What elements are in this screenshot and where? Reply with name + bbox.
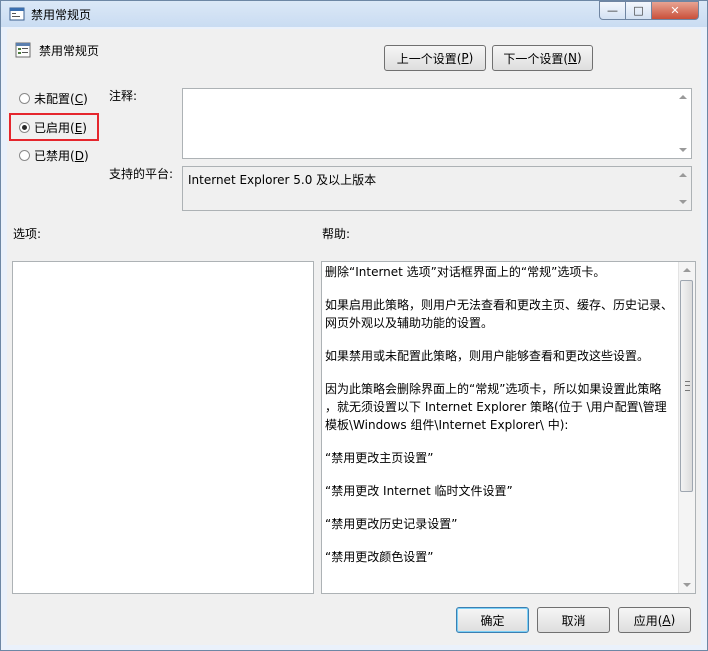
radio-not-configured[interactable]: 未配置(C) <box>19 90 88 107</box>
platform-scroll-up-icon[interactable] <box>679 173 687 177</box>
apply-label: 应用( <box>633 613 663 628</box>
help-text: 删除“Internet 选项”对话框界面上的“常规”选项卡。如果启用此策略，则用… <box>325 263 677 566</box>
window-title: 禁用常规页 <box>31 8 92 22</box>
platform-value: Internet Explorer 5.0 及以上版本 <box>188 173 377 187</box>
grip-icon <box>685 381 690 391</box>
maximize-button[interactable]: □ <box>625 1 652 20</box>
radio-not-configured-label-end: ) <box>83 92 88 106</box>
comment-label: 注释: <box>109 89 138 103</box>
platform-field: Internet Explorer 5.0 及以上版本 <box>182 166 692 211</box>
help-line: “禁用更改主页设置” <box>325 451 434 465</box>
help-line: “禁用更改历史记录设置” <box>325 517 458 531</box>
ok-label: 确定 <box>480 613 505 628</box>
platform-scrollbar[interactable] <box>675 167 691 210</box>
ok-button[interactable]: 确定 <box>456 607 529 633</box>
apply-hotkey: A <box>662 613 671 627</box>
help-line: 因为此策略会删除界面上的“常规”选项卡，所以如果设置此策略 <box>325 382 662 396</box>
help-line: 删除“Internet 选项”对话框界面上的“常规”选项卡。 <box>325 265 606 279</box>
help-scrollbar[interactable] <box>678 262 695 593</box>
help-scroll-down-icon[interactable] <box>683 583 691 587</box>
radio-disabled-label-end: ) <box>83 149 89 163</box>
maximize-icon: □ <box>633 4 644 17</box>
help-scroll-up-icon[interactable] <box>683 268 691 272</box>
radio-not-configured-indicator[interactable] <box>19 93 30 104</box>
comment-scroll-up-icon[interactable] <box>679 95 687 99</box>
previous-setting-button[interactable]: 上一个设置(P) <box>384 45 486 71</box>
help-line: 如果禁用或未配置此策略，则用户能够查看和更改这些设置。 <box>325 349 650 363</box>
radio-disabled-indicator[interactable] <box>19 150 30 161</box>
previous-setting-label: 上一个设置( <box>396 51 462 66</box>
help-line: “禁用更改 Internet 临时文件设置” <box>325 484 513 498</box>
dialog-window: 禁用常规页 — □ ✕ 禁用常规页 上一个设置(P) 下一个设置(N) 未配… <box>0 0 708 651</box>
help-line: ，就无须设置以下 Internet Explorer 策略(位于 \用户配置\管… <box>325 400 667 414</box>
help-line: 如果启用此策略，则用户无法查看和更改主页、缓存、历史记录、 <box>325 298 674 312</box>
help-panel[interactable]: 删除“Internet 选项”对话框界面上的“常规”选项卡。如果启用此策略，则用… <box>321 261 696 594</box>
options-label: 选项: <box>13 227 42 241</box>
cancel-label: 取消 <box>561 613 586 628</box>
previous-setting-label-end: ) <box>468 51 474 65</box>
help-line: 模板\Windows 组件\Internet Explorer\ 中): <box>325 418 569 432</box>
next-setting-label: 下一个设置( <box>503 51 568 66</box>
cancel-button[interactable]: 取消 <box>537 607 610 633</box>
platform-label: 支持的平台: <box>109 167 174 181</box>
comment-scroll-down-icon[interactable] <box>679 148 687 152</box>
close-icon: ✕ <box>670 4 680 17</box>
radio-disabled-hotkey: D <box>74 149 84 163</box>
help-line: 网页外观以及辅助功能的设置。 <box>325 316 494 330</box>
apply-button[interactable]: 应用(A) <box>618 607 691 633</box>
comment-textarea[interactable] <box>182 88 692 159</box>
radio-disabled[interactable]: 已禁用(D) <box>19 147 89 164</box>
minimize-button[interactable]: — <box>599 1 626 20</box>
policy-window-icon <box>9 7 25 21</box>
radio-disabled-label: 已禁用( <box>34 149 75 163</box>
title-bar[interactable]: 禁用常规页 — □ ✕ <box>1 1 707 27</box>
minimize-icon: — <box>607 4 618 17</box>
policy-title: 禁用常规页 <box>39 44 100 58</box>
next-setting-label-end: ) <box>576 51 582 65</box>
comment-scrollbar[interactable] <box>675 89 691 158</box>
help-scroll-thumb[interactable] <box>680 280 693 492</box>
enabled-highlight-box <box>9 113 99 141</box>
radio-not-configured-label: 未配置( <box>34 92 75 106</box>
apply-label-end: ) <box>670 613 676 627</box>
dialog-client: 禁用常规页 上一个设置(P) 下一个设置(N) 未配置(C) 已启用(E) 已禁… <box>7 29 701 645</box>
previous-setting-hotkey: P <box>461 51 469 65</box>
next-setting-hotkey: N <box>568 51 577 65</box>
options-panel <box>12 261 314 594</box>
policy-setting-icon <box>15 42 31 58</box>
next-setting-button[interactable]: 下一个设置(N) <box>492 45 593 71</box>
help-line: “禁用更改颜色设置” <box>325 550 434 564</box>
help-label: 帮助: <box>322 227 351 241</box>
platform-scroll-down-icon[interactable] <box>679 200 687 204</box>
close-button[interactable]: ✕ <box>651 1 699 20</box>
radio-not-configured-hotkey: C <box>74 92 84 106</box>
